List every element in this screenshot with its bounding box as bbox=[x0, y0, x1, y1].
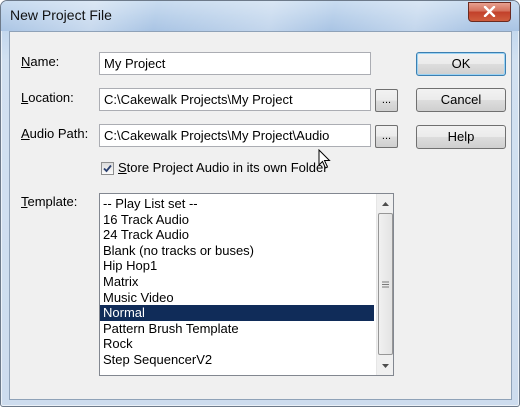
template-scrollbar[interactable] bbox=[376, 194, 393, 375]
template-list-item[interactable]: 24 Track Audio bbox=[100, 227, 374, 243]
template-label: Template: bbox=[21, 194, 78, 209]
template-list-item[interactable]: Rock bbox=[100, 336, 374, 352]
cancel-button[interactable]: Cancel bbox=[416, 88, 506, 112]
close-button[interactable] bbox=[468, 2, 511, 22]
window-title: New Project File bbox=[10, 7, 112, 23]
scroll-up-arrow-icon[interactable] bbox=[377, 195, 393, 212]
template-list-item[interactable]: Pattern Brush Template bbox=[100, 321, 374, 337]
template-list-item[interactable]: Music Video bbox=[100, 290, 374, 306]
template-list-item[interactable]: -- Play List set -- bbox=[100, 196, 374, 212]
dialog-window: New Project File Name: My Project Locati… bbox=[0, 0, 520, 407]
close-icon bbox=[483, 5, 496, 20]
grip-icon bbox=[382, 281, 389, 287]
template-listbox[interactable]: -- Play List set -- 16 Track Audio 24 Trac… bbox=[99, 193, 394, 376]
location-field[interactable]: C:\Cakewalk Projects\My Project bbox=[99, 88, 371, 111]
audio-path-field[interactable]: C:\Cakewalk Projects\My Project\Audio bbox=[99, 124, 371, 147]
store-audio-checkbox[interactable] bbox=[101, 162, 114, 175]
template-list-item[interactable]: 16 Track Audio bbox=[100, 212, 374, 228]
name-label: Name: bbox=[21, 54, 60, 69]
ok-button[interactable]: OK bbox=[416, 52, 506, 76]
audio-path-browse-button[interactable]: ... bbox=[375, 125, 398, 148]
template-list-item[interactable]: Blank (no tracks or buses) bbox=[100, 243, 374, 259]
template-list: -- Play List set -- 16 Track Audio 24 Trac… bbox=[100, 196, 374, 368]
scrollbar-thumb[interactable] bbox=[378, 213, 393, 355]
checkmark-icon bbox=[103, 164, 112, 173]
template-list-item[interactable]: Normal bbox=[100, 305, 374, 321]
store-audio-label[interactable]: Store Project Audio in its own Folder bbox=[118, 160, 328, 175]
template-list-item[interactable]: Matrix bbox=[100, 274, 374, 290]
template-list-item[interactable]: Step SequencerV2 bbox=[100, 352, 374, 368]
name-field[interactable]: My Project bbox=[99, 52, 371, 75]
title-bar[interactable]: New Project File bbox=[1, 1, 519, 31]
template-list-item[interactable]: Hip Hop1 bbox=[100, 258, 374, 274]
mouse-cursor-icon bbox=[318, 149, 331, 169]
help-button[interactable]: Help bbox=[416, 125, 506, 149]
audio-path-label: Audio Path: bbox=[21, 126, 89, 141]
dialog-body: Name: My Project Location: C:\Cakewalk P… bbox=[9, 31, 512, 400]
location-browse-button[interactable]: ... bbox=[375, 89, 398, 112]
location-label: Location: bbox=[21, 90, 74, 105]
scroll-down-arrow-icon[interactable] bbox=[377, 357, 393, 374]
